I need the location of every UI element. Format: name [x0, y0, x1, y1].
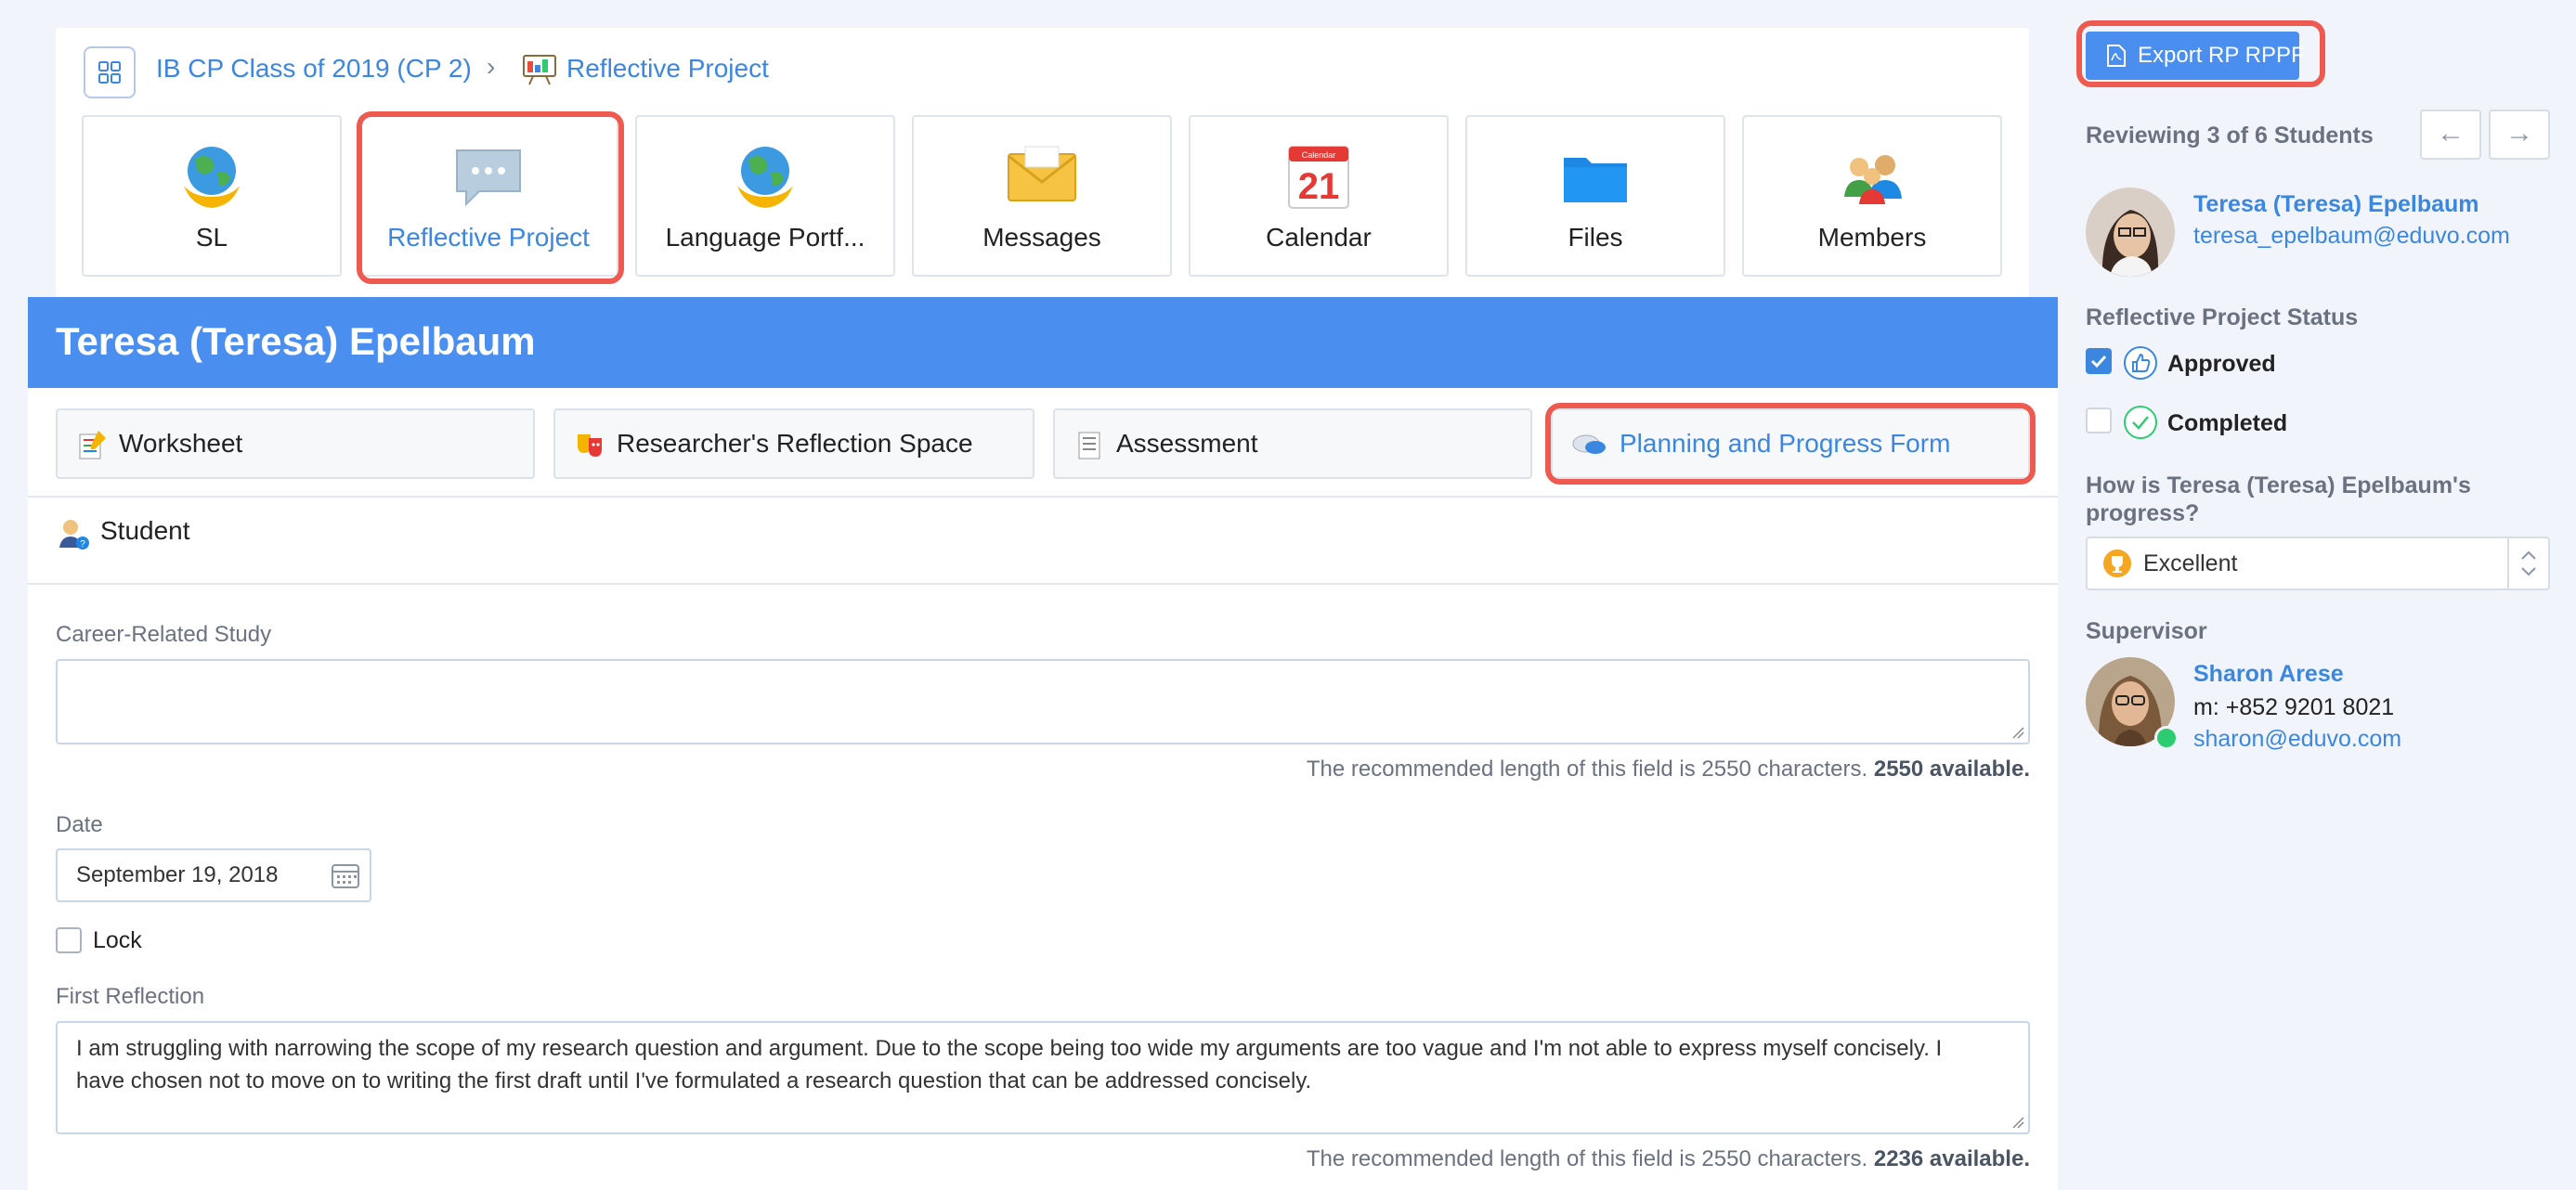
hint-available: 2236 available.	[1873, 1146, 2030, 1171]
trophy-icon	[2103, 550, 2131, 577]
approved-checkbox[interactable]	[2086, 348, 2112, 374]
student-avatar	[2086, 188, 2175, 277]
first-reflection-label: First Reflection	[56, 984, 205, 1009]
arrow-right-icon: →	[2505, 118, 2533, 149]
document-icon	[1078, 432, 1100, 459]
career-related-study-label: Career-Related Study	[56, 622, 272, 647]
next-student-button[interactable]: →	[2489, 110, 2550, 160]
reviewing-count: Reviewing 3 of 6 Students	[2086, 123, 2374, 149]
calendar-day-text: 21	[1298, 166, 1340, 207]
completed-checkbox[interactable]	[2086, 407, 2112, 433]
student-email-link[interactable]: teresa_epelbaum@eduvo.com	[2193, 223, 2510, 250]
svg-text:?: ?	[80, 539, 85, 550]
career-related-study-input[interactable]	[56, 659, 2030, 744]
tile-messages[interactable]: Messages	[912, 115, 1172, 277]
supervisor-heading: Supervisor	[2086, 618, 2207, 644]
hint-text: The recommended length of this field is …	[1306, 757, 1868, 782]
supervisor-name-link[interactable]: Sharon Arese	[2193, 661, 2344, 688]
presentation-board-icon	[523, 55, 556, 85]
lock-label: Lock	[93, 927, 142, 953]
theater-masks-icon	[578, 434, 602, 457]
apps-grid-button[interactable]	[84, 46, 136, 98]
student-banner-title: Teresa (Teresa) Epelbaum	[56, 319, 536, 363]
highlight-planning-tab	[1545, 403, 2036, 485]
tile-files[interactable]: Files	[1465, 115, 1725, 277]
tile-label: Calendar	[1266, 223, 1372, 252]
hint-available: 2550 available.	[1873, 757, 2030, 782]
thumbs-up-icon	[2124, 346, 2157, 380]
progress-select-value: Excellent	[2143, 550, 2238, 576]
divider	[28, 583, 2058, 585]
tile-label: SL	[195, 223, 228, 252]
completed-label: Completed	[2167, 410, 2288, 436]
approved-label: Approved	[2167, 351, 2276, 377]
status-heading: Reflective Project Status	[2086, 304, 2359, 330]
calendar-header-text: Calendar	[1302, 150, 1336, 160]
breadcrumb-section-link[interactable]: Reflective Project	[566, 54, 769, 84]
supervisor-email-link[interactable]: sharon@eduvo.com	[2193, 726, 2401, 753]
folder-icon	[1564, 158, 1627, 202]
first-reflection-value: I am struggling with narrowing the scope…	[76, 1036, 1943, 1093]
student-section-label: Student	[100, 516, 190, 545]
student-name-link[interactable]: Teresa (Teresa) Epelbaum	[2193, 191, 2479, 218]
lock-checkbox[interactable]	[56, 927, 82, 953]
arrow-left-icon: ←	[2437, 118, 2465, 149]
date-value: September 19, 2018	[76, 862, 279, 887]
tile-label: Files	[1568, 223, 1623, 252]
tile-members[interactable]: Members	[1742, 115, 2002, 277]
tile-label: Members	[1817, 223, 1927, 252]
tab-assessment[interactable]: Assessment	[1053, 408, 1532, 479]
tab-label: Worksheet	[119, 429, 243, 458]
highlight-export-button	[2076, 20, 2325, 87]
tile-calendar[interactable]: Calendar 21 Calendar	[1189, 115, 1449, 277]
select-arrows	[2507, 538, 2548, 589]
resize-handle-icon[interactable]	[2010, 1114, 2024, 1129]
globe-hands-icon	[184, 147, 240, 208]
divider	[28, 496, 2058, 498]
calendar-icon: Calendar 21	[1288, 146, 1349, 209]
globe-hands-icon	[737, 147, 793, 208]
check-circle-icon	[2124, 406, 2157, 439]
calendar-picker-icon[interactable]	[331, 861, 360, 889]
tab-worksheet[interactable]: Worksheet	[56, 408, 535, 479]
career-length-hint: The recommended length of this field is …	[1307, 757, 2030, 783]
progress-question: How is Teresa (Teresa) Epelbaum's progre…	[2086, 472, 2471, 526]
tile-label: Messages	[982, 223, 1101, 252]
tab-label: Assessment	[1116, 429, 1258, 458]
breadcrumb-class-link[interactable]: IB CP Class of 2019 (CP 2)	[156, 54, 472, 84]
supervisor-phone: m: +852 9201 8021	[2193, 694, 2395, 720]
people-icon	[1844, 155, 1902, 204]
previous-student-button[interactable]: ←	[2420, 110, 2481, 160]
breadcrumb-separator: ›	[487, 52, 496, 81]
chevron-up-down-icon	[2521, 550, 2536, 576]
tile-label: Language Portf...	[665, 223, 865, 252]
online-status-dot	[2154, 726, 2179, 750]
grid-icon	[98, 61, 121, 84]
hint-text: The recommended length of this field is …	[1306, 1146, 1868, 1171]
student-icon: ?	[59, 520, 89, 550]
resize-handle-icon[interactable]	[2010, 724, 2024, 739]
envelope-icon	[1008, 146, 1076, 201]
tab-label: Researcher's Reflection Space	[617, 429, 973, 458]
worksheet-icon	[79, 431, 106, 459]
tile-language-portfolio[interactable]: Language Portf...	[635, 115, 895, 277]
highlight-reflective-project	[357, 111, 624, 284]
checkmark-icon	[2090, 355, 2107, 369]
tab-researchers-reflection-space[interactable]: Researcher's Reflection Space	[553, 408, 1034, 479]
date-label: Date	[56, 812, 103, 837]
tile-sl[interactable]: SL	[82, 115, 342, 277]
reflection-length-hint: The recommended length of this field is …	[1307, 1146, 2030, 1172]
